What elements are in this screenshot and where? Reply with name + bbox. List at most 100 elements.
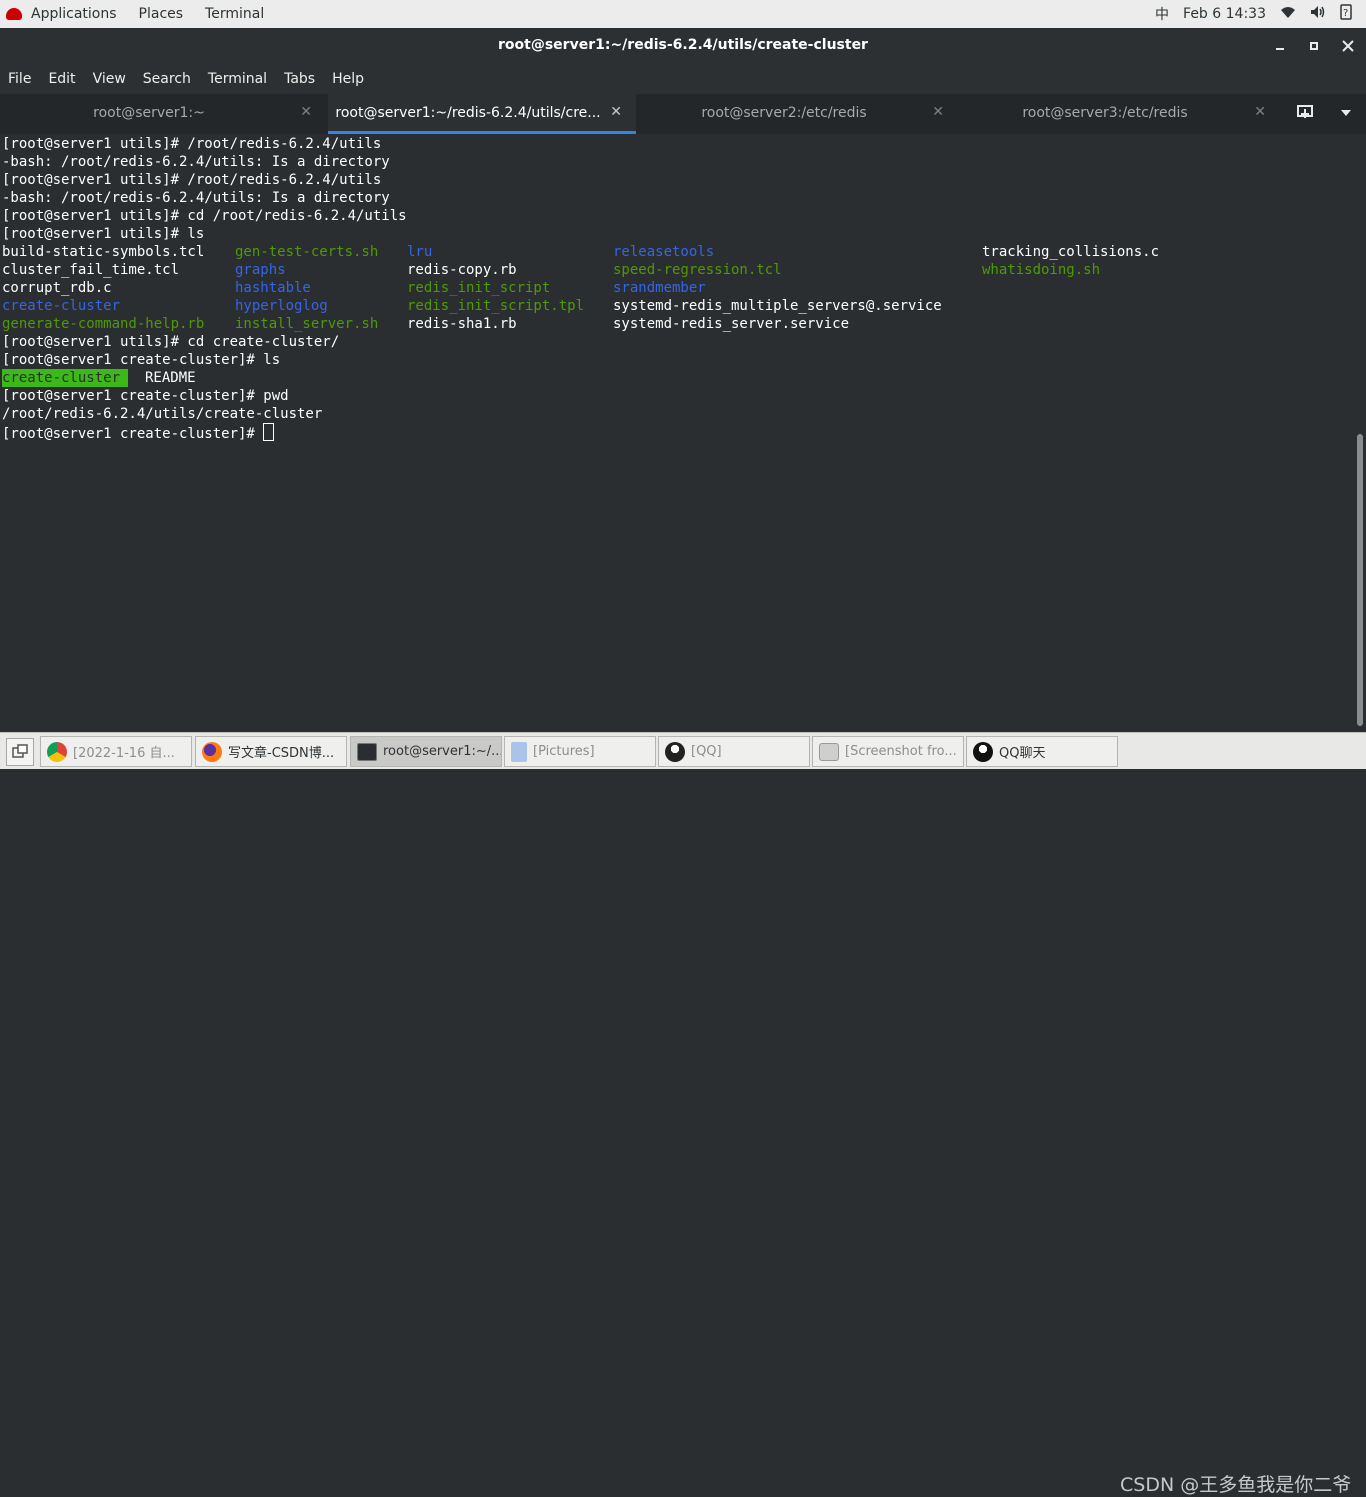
close-tab-icon[interactable]: ✕	[1254, 104, 1266, 120]
terminal-line: [root@server1 utils]# cd /root/redis-6.2…	[2, 208, 407, 224]
taskbar-item-qq[interactable]: [QQ]	[658, 736, 810, 767]
minimize-button[interactable]	[1270, 36, 1290, 56]
menu-file[interactable]: File	[8, 71, 31, 87]
close-tab-icon[interactable]: ✕	[932, 104, 944, 120]
taskbar-item-label: root@server1:~/...	[383, 744, 502, 759]
taskbar-item-label: [2022-1-16 自...	[73, 746, 175, 761]
terminal-line: [root@server1 create-cluster]# pwd	[2, 388, 289, 404]
redhat-logo-icon	[6, 8, 22, 20]
menubar: File Edit View Search Terminal Tabs Help	[0, 64, 1366, 94]
ls-file-entry: redis-sha1.rb	[407, 316, 517, 332]
ls-dir-entry: hyperloglog	[235, 298, 328, 314]
tab-server1-home[interactable]: root@server1:~ ✕	[0, 94, 326, 132]
qq-icon	[665, 741, 685, 762]
tab-server1-create-cluster[interactable]: root@server1:~/redis-6.2.4/utils/cre... …	[328, 94, 636, 134]
ls-file-entry: README	[145, 370, 196, 386]
menu-terminal[interactable]: Terminal	[208, 71, 267, 87]
terminal-app-menu[interactable]: Terminal	[205, 6, 264, 22]
terminal-line: [root@server1 utils]# /root/redis-6.2.4/…	[2, 136, 382, 152]
terminal-line: [root@server1 utils]# /root/redis-6.2.4/…	[2, 172, 382, 188]
terminal-line: -bash: /root/redis-6.2.4/utils: Is a dir…	[2, 190, 390, 206]
applications-menu[interactable]: Applications	[6, 6, 139, 22]
system-menu-icon[interactable]: ?	[1340, 4, 1352, 24]
scrollbar-thumb[interactable]	[1357, 434, 1363, 726]
csdn-watermark: CSDN @王多鱼我是你二爷	[1120, 1474, 1352, 1496]
terminal-scrollbar[interactable]	[1354, 134, 1366, 732]
window-titlebar[interactable]: root@server1:~/redis-6.2.4/utils/create-…	[0, 28, 1366, 64]
ls-exec-entry: gen-test-certs.sh	[235, 244, 379, 260]
terminal-line: [root@server1 create-cluster]# ls	[2, 352, 281, 368]
chrome-icon	[47, 741, 67, 762]
taskbar: [2022-1-16 自... 写文章-CSDN博... root@server…	[0, 732, 1366, 1496]
tab-bar: root@server1:~ ✕ root@server1:~/redis-6.…	[0, 94, 1366, 134]
ls-file-entry: systemd-redis_multiple_servers@.service	[613, 298, 942, 314]
ls-exec-entry: whatisdoing.sh	[982, 262, 1101, 278]
close-tab-icon[interactable]: ✕	[300, 104, 312, 120]
terminal-line: [root@server1 utils]# cd create-cluster/	[2, 334, 340, 350]
window-title: root@server1:~/redis-6.2.4/utils/create-…	[498, 37, 868, 53]
terminal-line: /root/redis-6.2.4/utils/create-cluster	[2, 406, 323, 422]
taskbar-item-chrome[interactable]: [2022-1-16 自...	[40, 736, 192, 767]
close-tab-icon[interactable]: ✕	[610, 104, 622, 120]
file-manager-icon	[511, 741, 527, 762]
tab-label: root@server2:/etc/redis	[701, 105, 867, 121]
wifi-icon[interactable]	[1280, 5, 1296, 23]
clock-time: 14:33	[1225, 6, 1266, 22]
taskbar-item-pictures[interactable]: [Pictures]	[504, 736, 656, 767]
terminal-icon	[357, 742, 377, 761]
taskbar-item-label: [Screenshot fro...	[845, 744, 957, 759]
maximize-button[interactable]	[1304, 36, 1324, 56]
tab-menu-chevron-down-icon[interactable]	[1340, 106, 1352, 122]
taskbar-item-terminal[interactable]: root@server1:~/...	[350, 736, 502, 767]
tab-label: root@server3:/etc/redis	[1022, 105, 1188, 121]
ls-exec-entry: generate-command-help.rb	[2, 316, 205, 332]
tab-label: root@server1:~/redis-6.2.4/utils/cre...	[335, 105, 601, 121]
tab-server3-etc-redis[interactable]: root@server3:/etc/redis ✕	[958, 94, 1280, 132]
tab-server2-etc-redis[interactable]: root@server2:/etc/redis ✕	[638, 94, 958, 132]
terminal-output[interactable]: [root@server1 utils]# /root/redis-6.2.4/…	[0, 134, 1354, 732]
ls-file-entry: systemd-redis_server.service	[613, 316, 850, 332]
taskbar-item-label: QQ聊天	[999, 746, 1046, 761]
show-desktop-button[interactable]	[6, 738, 34, 766]
top-panel: Applications Places Terminal 中 Feb 6 14:…	[0, 0, 1366, 28]
menu-tabs[interactable]: Tabs	[284, 71, 315, 87]
terminal-prompt: [root@server1 create-cluster]#	[2, 426, 264, 442]
ls-highlighted-exec-entry: create-cluster	[2, 369, 129, 387]
ls-exec-entry: speed-regression.tcl	[613, 262, 782, 278]
ls-dir-entry: srandmember	[613, 280, 706, 296]
taskbar-item-label: 写文章-CSDN博...	[228, 746, 335, 761]
terminal-cursor	[263, 423, 275, 441]
ls-exec-entry: install_server.sh	[235, 316, 379, 332]
terminal-line: -bash: /root/redis-6.2.4/utils: Is a dir…	[2, 154, 390, 170]
ls-file-entry: tracking_collisions.c	[982, 244, 1160, 260]
svg-text:?: ?	[1343, 8, 1348, 19]
ls-file-entry: redis-copy.rb	[407, 262, 517, 278]
places-menu[interactable]: Places	[139, 6, 184, 22]
applications-menu-label: Applications	[31, 6, 117, 22]
menu-search[interactable]: Search	[143, 71, 191, 87]
volume-icon[interactable]	[1310, 5, 1326, 23]
new-tab-icon[interactable]	[1296, 104, 1314, 124]
input-method-indicator[interactable]: 中	[1155, 4, 1169, 24]
clock[interactable]: Feb 6 14:33	[1183, 6, 1266, 22]
ls-dir-entry: create-cluster	[2, 298, 121, 314]
taskbar-item-screenshot[interactable]: [Screenshot fro...	[812, 736, 964, 767]
taskbar-item-qq-chat[interactable]: QQ聊天	[966, 736, 1118, 767]
terminal-line: [root@server1 utils]# ls	[2, 226, 205, 242]
menu-view[interactable]: View	[93, 71, 126, 87]
terminal-prompt-line[interactable]: [root@server1 create-cluster]#	[2, 423, 275, 443]
ls-dir-entry: graphs	[235, 262, 286, 278]
taskbar-item-firefox[interactable]: 写文章-CSDN博...	[195, 736, 347, 767]
ls-file-entry: build-static-symbols.tcl	[2, 244, 205, 260]
ls-dir-entry: lru	[407, 244, 433, 260]
close-window-button[interactable]	[1338, 36, 1358, 56]
clock-date: Feb 6	[1183, 6, 1222, 22]
firefox-icon	[202, 741, 222, 762]
ls-file-entry: corrupt_rdb.c	[2, 280, 112, 296]
qq-icon	[973, 741, 993, 762]
taskbar-item-label: [Pictures]	[533, 744, 595, 759]
ls-dir-entry: hashtable	[235, 280, 311, 296]
taskbar-item-label: [QQ]	[691, 744, 722, 759]
menu-edit[interactable]: Edit	[48, 71, 75, 87]
menu-help[interactable]: Help	[332, 71, 364, 87]
